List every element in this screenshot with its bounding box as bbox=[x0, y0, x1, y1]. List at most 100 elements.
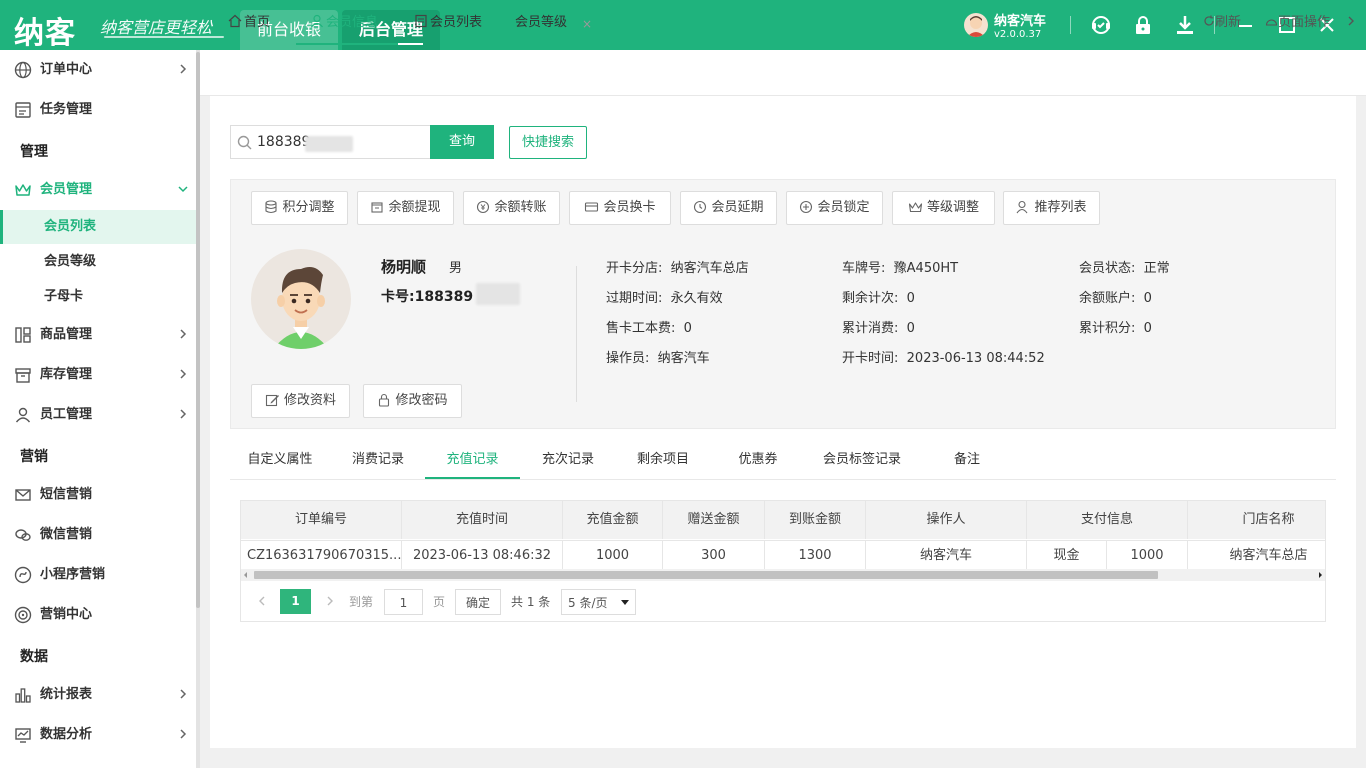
page-confirm-button[interactable]: 确定 bbox=[455, 589, 501, 615]
sidebar-item-member-list[interactable]: 会员列表 bbox=[0, 210, 196, 244]
info-open-store: 开卡分店: 纳客汽车总店 bbox=[606, 261, 749, 276]
points-adjust-button[interactable]: 积分调整 bbox=[251, 191, 348, 225]
redacted-text bbox=[305, 136, 353, 152]
column-header[interactable]: 支付信息 bbox=[1027, 501, 1188, 539]
caret-down-icon bbox=[621, 600, 629, 605]
change-card-button[interactable]: 会员换卡 bbox=[569, 191, 671, 225]
subtab-coupons[interactable]: 优惠券 bbox=[727, 441, 789, 479]
target-icon bbox=[14, 606, 32, 624]
chevron-right-icon bbox=[180, 729, 187, 739]
sidebar-item-staff-management[interactable]: 员工管理 bbox=[0, 395, 196, 435]
table-cell: 1000 bbox=[1107, 540, 1188, 569]
divider bbox=[576, 266, 577, 402]
sidebar-scrollbar-thumb[interactable] bbox=[196, 52, 200, 608]
sidebar-item-task-management[interactable]: 任务管理 bbox=[0, 90, 196, 130]
sidebar-item-inventory-management[interactable]: 库存管理 bbox=[0, 355, 196, 395]
search-value[interactable]: 188389 bbox=[257, 134, 310, 150]
sidebar-item-order-center[interactable]: 订单中心 bbox=[0, 50, 196, 90]
chevron-right-icon[interactable] bbox=[1346, 0, 1356, 46]
globe-icon bbox=[14, 61, 32, 79]
balance-transfer-button[interactable]: 余额转账 bbox=[463, 191, 560, 225]
subtab-consumption-records[interactable]: 消费记录 bbox=[340, 441, 416, 479]
tab-member-list[interactable]: 会员列表 bbox=[414, 0, 482, 45]
tab-member-info[interactable]: 会员信息 bbox=[296, 0, 398, 45]
sidebar-item-statistics-report[interactable]: 统计报表 bbox=[0, 675, 196, 715]
column-header[interactable]: 到账金额 bbox=[765, 501, 866, 539]
info-expire-time: 过期时间: 永久有效 bbox=[606, 291, 723, 306]
subtab-notes[interactable]: 备注 bbox=[944, 441, 990, 479]
search-input[interactable]: 188389 bbox=[230, 125, 430, 159]
chevron-right-icon bbox=[180, 64, 187, 74]
column-header[interactable]: 门店名称 bbox=[1188, 501, 1325, 539]
table-cell: 现金 bbox=[1027, 540, 1107, 569]
subtab-count-recharge-records[interactable]: 充次记录 bbox=[530, 441, 606, 479]
member-name: 杨明顺 bbox=[381, 258, 427, 276]
page-number-input[interactable]: 1 bbox=[384, 589, 423, 615]
tab-member-level[interactable]: 会员等级 bbox=[515, 0, 567, 45]
referral-list-button[interactable]: 推荐列表 bbox=[1003, 191, 1100, 225]
list-icon bbox=[415, 14, 427, 28]
user-name[interactable]: 纳客汽车 bbox=[994, 10, 1046, 29]
subtab-recharge-records[interactable]: 充值记录 bbox=[425, 441, 520, 479]
wallet-icon bbox=[371, 202, 384, 213]
search-button[interactable]: 查询 bbox=[430, 125, 494, 159]
sidebar-section-data: 数据 bbox=[20, 649, 48, 665]
search-icon bbox=[237, 135, 252, 150]
sidebar-item-sub-card[interactable]: 子母卡 bbox=[0, 280, 196, 314]
column-header[interactable]: 充值金额 bbox=[563, 501, 663, 539]
info-operator: 操作员: 纳客汽车 bbox=[606, 351, 710, 366]
chevron-right-icon bbox=[180, 329, 187, 339]
tab-home[interactable]: 首页 bbox=[228, 0, 270, 45]
page-1-button[interactable]: 1 bbox=[280, 589, 311, 614]
sidebar-item-member-level[interactable]: 会员等级 bbox=[0, 245, 196, 279]
level-adjust-button[interactable]: 等级调整 bbox=[892, 191, 995, 225]
sidebar-item-product-management[interactable]: 商品管理 bbox=[0, 315, 196, 355]
page-operations-button[interactable]: 页面操作 bbox=[1265, 0, 1330, 46]
subtab-member-tag-records[interactable]: 会员标签记录 bbox=[810, 441, 914, 479]
lock-member-button[interactable]: 会员锁定 bbox=[786, 191, 883, 225]
prev-page-button[interactable] bbox=[252, 589, 272, 615]
sidebar-item-member-management[interactable]: 会员管理 bbox=[0, 170, 196, 210]
database-icon bbox=[265, 200, 278, 214]
table-scrollbar-thumb[interactable] bbox=[254, 571, 1158, 579]
column-header[interactable]: 赠送金额 bbox=[663, 501, 765, 539]
subtab-remaining-items[interactable]: 剩余项目 bbox=[625, 441, 701, 479]
edit-profile-button[interactable]: 修改资料 bbox=[251, 384, 350, 418]
lock-icon[interactable] bbox=[1132, 14, 1154, 36]
column-header[interactable]: 订单编号 bbox=[241, 501, 402, 539]
user-avatar[interactable] bbox=[964, 13, 988, 37]
info-card-fee: 售卡工本费: 0 bbox=[606, 321, 692, 336]
sidebar-section-management: 管理 bbox=[20, 144, 48, 160]
sidebar-item-data-analysis[interactable]: 数据分析 bbox=[0, 715, 196, 755]
sidebar-section-marketing: 营销 bbox=[20, 449, 48, 465]
column-header[interactable]: 充值时间 bbox=[402, 501, 563, 539]
sidebar-item-wechat-marketing[interactable]: 微信营销 bbox=[0, 515, 196, 555]
edit-password-button[interactable]: 修改密码 bbox=[363, 384, 462, 418]
sidebar-item-sms-marketing[interactable]: 短信营销 bbox=[0, 475, 196, 515]
subtab-custom-attributes[interactable]: 自定义属性 bbox=[240, 441, 320, 479]
tab-close-button[interactable]: × bbox=[582, 17, 592, 31]
refresh-button[interactable]: 刷新 bbox=[1203, 0, 1241, 46]
monitor-chart-icon bbox=[15, 728, 31, 743]
quick-search-button[interactable]: 快捷搜索 bbox=[509, 126, 587, 159]
user-icon bbox=[311, 14, 323, 28]
table-cell: CZ163631790670315... bbox=[241, 540, 402, 569]
chevron-left-icon bbox=[259, 596, 265, 606]
card-icon bbox=[585, 202, 599, 212]
info-member-status: 会员状态: 正常 bbox=[1079, 261, 1170, 276]
sidebar-item-marketing-center[interactable]: 营销中心 bbox=[0, 595, 196, 635]
table-cell: 1000 bbox=[563, 540, 663, 569]
page-tab-strip bbox=[200, 50, 1366, 96]
column-header[interactable]: 操作人 bbox=[866, 501, 1027, 539]
headset-icon[interactable] bbox=[1090, 14, 1112, 36]
balance-withdraw-button[interactable]: 余额提现 bbox=[357, 191, 454, 225]
next-page-button[interactable] bbox=[320, 589, 340, 615]
user-icon bbox=[15, 407, 31, 423]
extend-member-button[interactable]: 会员延期 bbox=[680, 191, 777, 225]
sidebar-item-miniprogram-marketing[interactable]: 小程序营销 bbox=[0, 555, 196, 595]
edit-icon bbox=[265, 394, 279, 407]
table-cell: 2023-06-13 08:46:32 bbox=[402, 540, 563, 569]
download-icon[interactable] bbox=[1174, 14, 1196, 36]
lock-icon bbox=[379, 393, 390, 407]
page-size-select[interactable]: 5 条/页 bbox=[561, 589, 636, 615]
